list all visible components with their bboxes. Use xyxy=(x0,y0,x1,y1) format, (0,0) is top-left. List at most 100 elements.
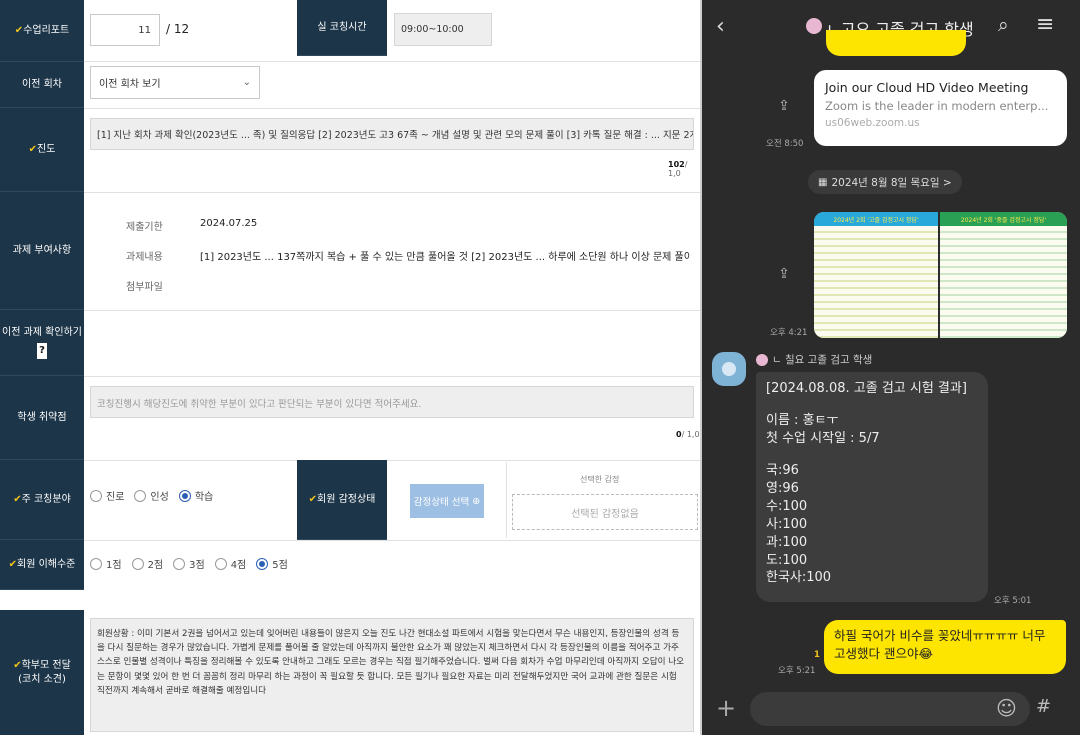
radio-score-2[interactable]: 2점 xyxy=(131,556,163,571)
radio-score-5[interactable]: 5점 xyxy=(256,556,288,571)
prev-session-select[interactable]: 이전 회차 보기 ⌄ xyxy=(90,66,260,99)
back-arrow-icon[interactable]: ‹ xyxy=(716,14,725,39)
assignment-label: 과제 부여사항 xyxy=(0,192,84,310)
share-icon[interactable]: ⇪ xyxy=(772,94,796,118)
divider xyxy=(506,462,507,538)
result-line: 과:100 xyxy=(766,534,808,550)
radio-study[interactable]: 학습 xyxy=(178,488,213,503)
share-icon[interactable]: ⇪ xyxy=(772,262,796,286)
link-title: Join our Cloud HD Video Meeting xyxy=(825,80,1029,95)
result-message-bubble: [2024.08.08. 고졸 검고 시험 결과] 이름 : 홍ㅌㅜ 첫 수업 … xyxy=(756,372,988,602)
emoji-icon[interactable]: ☺ xyxy=(996,696,1017,720)
progress-textarea[interactable]: [1] 지난 회차 과제 확인(2023년도 ... 족) 및 질의응답 [2]… xyxy=(90,118,694,150)
selected-emotion-box: 선택된 감정없음 xyxy=(512,494,698,530)
chevron-down-icon: ⌄ xyxy=(242,77,251,88)
menu-icon[interactable]: ≡ xyxy=(1036,12,1054,37)
message-time: 오전 8:50 xyxy=(766,139,804,149)
help-icon[interactable]: ? xyxy=(37,343,47,360)
coaching-area-radio-group: 진로 인성 학습 xyxy=(90,488,223,503)
weakness-char-count: 0/ 1,0 xyxy=(676,430,700,439)
selected-emotion-title: 선택한 감정 xyxy=(580,475,620,484)
result-line: 사:100 xyxy=(766,516,808,532)
actual-time-label: 실 코칭시간 xyxy=(297,0,387,56)
divider xyxy=(84,61,700,62)
spacer xyxy=(0,590,700,610)
understanding-label: ✔회원 이해수준 xyxy=(0,540,84,590)
result-line: 첫 수업 시작일 : 5/7 xyxy=(766,430,880,446)
profile-emoji-icon xyxy=(756,353,768,366)
content-value: [1] 2023년도 ... 137쪽까지 복습 + 풀 수 있는 만큼 풀어올… xyxy=(200,252,690,263)
radio-score-3[interactable]: 3점 xyxy=(173,556,205,571)
result-line xyxy=(766,448,978,462)
deadline-label: 제출기한 xyxy=(126,222,163,233)
chat-window: ‹ ㄴ고요 고졸 검고 학생 ⌕ ≡ ⇪ Join our Cloud HD V… xyxy=(702,0,1080,735)
answer-image-right[interactable]: 2024년 2회 '중졸 검정고시 정답' xyxy=(940,212,1067,338)
image-header: 2024년 2회 '중졸 검정고시 정답' xyxy=(940,212,1067,226)
sender-name: ㄴ 칠요 고졸 검고 학생 xyxy=(756,352,872,367)
parent-message-textarea[interactable]: 회원상황 : 이미 기본서 2권을 넘어서고 있는데 잊어버린 내용들이 많은지… xyxy=(90,618,694,732)
content-label: 과제내용 xyxy=(126,252,163,263)
unread-count: 1 xyxy=(814,650,820,660)
divider xyxy=(84,310,700,311)
message-time: 오후 5:21 xyxy=(778,666,816,676)
result-line: 이름 : 홍ㅌㅜ xyxy=(766,412,839,428)
weakness-label: 학생 취약점 xyxy=(0,376,84,460)
message-time: 오후 4:21 xyxy=(770,328,808,338)
report-total: / 12 xyxy=(166,22,190,36)
image-grid xyxy=(814,226,938,338)
deadline-value: 2024.07.25 xyxy=(200,218,258,229)
calendar-icon: ▦ xyxy=(818,176,828,188)
result-line: 수:100 xyxy=(766,498,808,514)
chat-input-bar: + ☺ # xyxy=(702,688,1080,735)
coaching-area-label: ✔주 코칭분야 xyxy=(0,460,84,540)
progress-char-count: 102/ 1,0 xyxy=(668,160,688,178)
result-line: 도:100 xyxy=(766,552,808,568)
prev-assignment-check-label: 이전 과제 확인하기 ? xyxy=(0,310,84,376)
actual-time-input[interactable]: 09:00~10:00 xyxy=(394,13,492,46)
search-icon[interactable]: ⌕ xyxy=(998,14,1009,36)
divider xyxy=(84,376,700,377)
link-url: us06web.zoom.us xyxy=(825,117,920,129)
radio-score-4[interactable]: 4점 xyxy=(214,556,246,571)
result-line: 한국사:100 xyxy=(766,570,832,586)
avatar[interactable] xyxy=(712,352,746,386)
radio-career[interactable]: 진로 xyxy=(90,488,124,503)
result-line: 국:96 xyxy=(766,462,799,478)
understanding-radio-group: 1점 2점 3점 4점 5점 xyxy=(90,556,298,571)
plus-icon[interactable]: + xyxy=(716,694,736,722)
hash-icon[interactable]: # xyxy=(1036,696,1051,717)
report-label: ✔수업리포트 xyxy=(0,0,84,62)
parent-message-label: ✔학부모 전달 (코치 소견) xyxy=(0,610,84,735)
report-number-input[interactable]: 11 xyxy=(90,14,160,46)
image-header: 2024년 2회 '고졸 검정고시 정답' xyxy=(814,212,938,226)
person-icon xyxy=(722,362,736,376)
my-message-bubble: 하필 국어가 비수를 꽂았네ㅠㅠㅠㅠ 너무 고생했다 괜으야😂 xyxy=(824,620,1066,674)
divider xyxy=(84,108,700,109)
radio-score-1[interactable]: 1점 xyxy=(90,556,122,571)
divider xyxy=(84,460,700,461)
emotion-label: ✔회원 감정상태 xyxy=(297,460,387,540)
select-emotion-button[interactable]: 감정상태 선택 ⊕ xyxy=(410,484,484,518)
radio-character[interactable]: 인성 xyxy=(134,488,169,503)
divider xyxy=(700,0,702,735)
date-divider: ▦ 2024년 8월 8일 목요일 > xyxy=(808,170,962,194)
message-time: 오후 5:01 xyxy=(994,596,1032,606)
chevron-down-icon: ⊕ xyxy=(472,495,481,507)
my-message-bubble-partial xyxy=(826,30,966,56)
profile-emoji-icon xyxy=(806,18,822,34)
link-preview-card[interactable]: Join our Cloud HD Video Meeting Zoom is … xyxy=(814,70,1067,146)
prev-session-label: 이전 회차 xyxy=(0,62,84,108)
message-input[interactable] xyxy=(750,692,1030,726)
image-grid xyxy=(940,226,1067,338)
attachment-label: 첨부파일 xyxy=(126,282,163,293)
coaching-report-form: ✔수업리포트 11 / 12 실 코칭시간 09:00~10:00 이전 회차 … xyxy=(0,0,700,735)
answer-image-left[interactable]: 2024년 2회 '고졸 검정고시 정답' xyxy=(814,212,938,338)
link-desc: Zoom is the leader in modern enterp... xyxy=(825,99,1049,113)
result-line: [2024.08.08. 고졸 검고 시험 결과] xyxy=(766,381,967,396)
weakness-textarea[interactable]: 코칭진행시 해당진도에 취약한 부분이 있다고 판단되는 부분이 있다면 적어주… xyxy=(90,386,694,418)
divider xyxy=(84,540,700,541)
divider xyxy=(84,192,700,193)
result-line xyxy=(766,398,978,412)
result-line: 영:96 xyxy=(766,480,799,496)
progress-label: ✔진도 xyxy=(0,108,84,192)
